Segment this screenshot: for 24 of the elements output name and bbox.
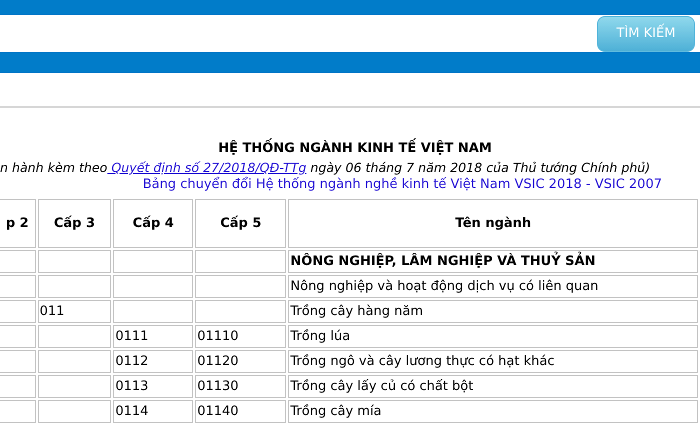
table-cell: 01110 <box>195 325 286 348</box>
column-header: Tên ngành <box>288 199 698 248</box>
table-cell: 01130 <box>195 375 286 398</box>
conversion-link[interactable]: Bảng chuyển đổi Hệ thống ngành nghề kinh tế Việt Nam VSIC 2018 - VSIC 2007 <box>142 177 662 192</box>
table-cell: 011 <box>38 300 112 323</box>
column-header: Cấp 3 <box>38 199 112 248</box>
table-cell: 0113 <box>113 375 194 398</box>
table-cell: 01140 <box>195 400 286 423</box>
table-cell: Trồng ngô và cây lương thực có hạt khác <box>288 350 698 373</box>
table-cell: 01120 <box>195 350 286 373</box>
table-cell: NÔNG NGHIỆP, LÂM NGHIỆP VÀ THUỶ SẢN <box>288 250 698 273</box>
table-cell: Trồng cây hàng năm <box>288 300 698 323</box>
decision-link[interactable]: Quyết định số 27/2018/QĐ-TTg <box>107 160 306 175</box>
column-header: Cấp 5 <box>195 199 286 248</box>
table-cell: Trồng cây lấy củ có chất bột <box>288 375 698 398</box>
table-cell: Trồng cây mía <box>288 400 698 423</box>
table-cell: Trồng lúa <box>288 325 698 348</box>
subtitle: n hành kèm theo Quyết định số 27/2018/QĐ-TTg ngày 06 tháng 7 năm 2018 của Thủ tướng Chính phủ) <box>0 160 650 175</box>
column-header: Cấp 4 <box>113 199 194 248</box>
table-cell: Nông nghiệp và hoạt động dịch vụ có liên quan <box>288 275 698 298</box>
table-cell: 0111 <box>113 325 194 348</box>
table-cell: 0114 <box>113 400 194 423</box>
column-header: p 2 <box>0 199 36 248</box>
table-cell: 0112 <box>113 350 194 373</box>
